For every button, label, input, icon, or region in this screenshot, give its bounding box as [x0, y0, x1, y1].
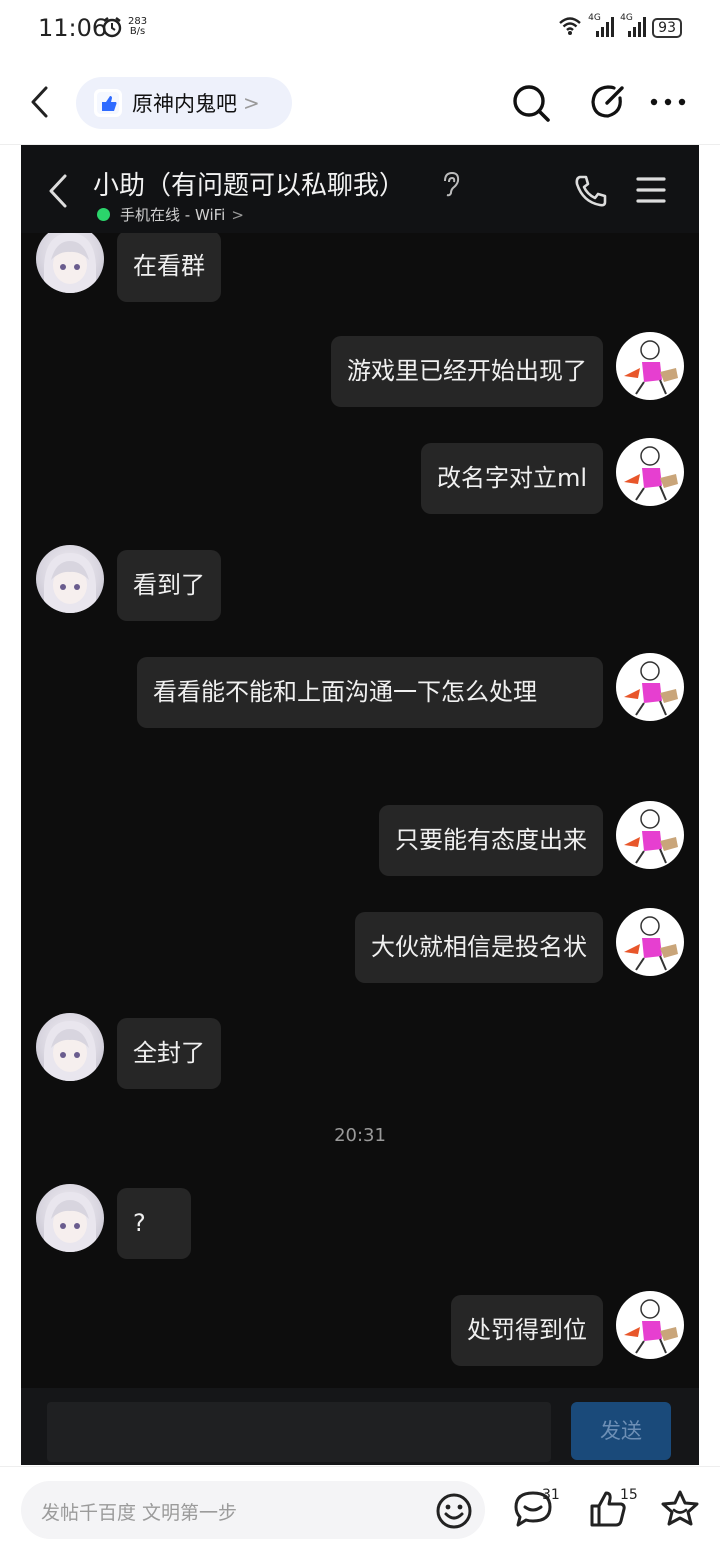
message-timestamp: 20:31 [334, 1125, 386, 1146]
search-icon [513, 85, 550, 122]
chat-status-text: 手机在线 - WiFi [120, 206, 226, 224]
wifi-icon [558, 16, 582, 40]
emoji-icon [436, 1493, 472, 1529]
alarm-icon [101, 16, 123, 42]
message-bubble-left[interactable]: ? [117, 1188, 191, 1259]
chat-title: 小助（有问题可以私聊我） [93, 171, 406, 201]
bottom-bar: 发帖千百度 文明第一步 31 15 [0, 1466, 720, 1555]
send-button[interactable]: 发送 [571, 1402, 671, 1460]
chat-input-area: 发送 [21, 1388, 699, 1465]
network-speed: 283 B/s [128, 17, 147, 37]
message-bubble-left[interactable]: 看到了 [117, 550, 221, 621]
chat-online-status[interactable]: 手机在线 - WiFi > [97, 204, 244, 225]
chat-header: 小助（有问题可以私聊我） 手机在线 - WiFi > [21, 145, 699, 233]
forum-logo [94, 89, 122, 117]
reply-input[interactable]: 发帖千百度 文明第一步 [21, 1481, 485, 1539]
message-bubble-right[interactable]: 看看能不能和上面沟通一下怎么处理 [137, 657, 603, 728]
forum-name: 原神内鬼吧 [132, 92, 237, 116]
self-avatar [616, 438, 684, 506]
signal-1: 4G [588, 13, 615, 40]
chevron-right-icon: > [243, 91, 260, 115]
status-bar: 11:06 283 B/s 4G 4G 93 [0, 0, 720, 60]
self-avatar [616, 653, 684, 721]
message-row: 游戏里已经开始出现了 [331, 336, 603, 407]
favorite-button[interactable] [660, 1489, 700, 1533]
battery-icon: 93 [652, 18, 682, 38]
top-nav: 原神内鬼吧 > [0, 62, 720, 145]
message-row: 看看能不能和上面沟通一下怎么处理 [137, 657, 603, 728]
message-row: ? [117, 1188, 191, 1259]
self-avatar [616, 801, 684, 869]
menu-icon [636, 177, 666, 203]
edit-icon [591, 85, 624, 118]
comment-count: 31 [542, 1487, 560, 1503]
contact-avatar [36, 545, 104, 613]
back-button[interactable] [26, 84, 56, 120]
message-row: 在看群 [117, 231, 221, 302]
more-icon [650, 98, 686, 106]
status-time: 11:06 [38, 14, 108, 42]
more-button[interactable] [648, 82, 688, 126]
ear-icon [441, 171, 461, 201]
network-type-1: 4G [588, 12, 601, 23]
contact-avatar [36, 225, 104, 293]
message-row: 处罚得到位 [451, 1295, 603, 1366]
self-avatar [616, 908, 684, 976]
contact-avatar [36, 1013, 104, 1081]
forum-pill[interactable]: 原神内鬼吧 > [76, 77, 292, 129]
star-icon [661, 1490, 699, 1526]
chat-input[interactable] [47, 1402, 551, 1462]
network-type-2: 4G [620, 12, 633, 23]
message-row: 只要能有态度出来 [379, 805, 603, 876]
status-right: 4G 4G 93 [558, 13, 682, 40]
emoji-button[interactable] [435, 1492, 473, 1534]
chat-screenshot: 在看群 游戏里已经开始出现了 改名字对立ml 看到了 看看能不能和上面沟通一下怎… [21, 145, 699, 1465]
message-bubble-right[interactable]: 改名字对立ml [420, 443, 603, 514]
network-speed-unit: B/s [129, 26, 146, 37]
chevron-left-icon [31, 86, 48, 118]
call-button[interactable] [573, 173, 609, 213]
message-bubble-right[interactable]: 游戏里已经开始出现了 [331, 336, 603, 407]
message-row: 全封了 [117, 1018, 221, 1089]
message-bubble-left[interactable]: 在看群 [117, 231, 221, 302]
search-button[interactable] [510, 82, 552, 128]
edit-button[interactable] [588, 82, 628, 126]
reply-placeholder: 发帖千百度 文明第一步 [41, 1502, 238, 1524]
chevron-left-icon [49, 174, 67, 208]
online-dot [97, 208, 110, 221]
message-bubble-right[interactable]: 只要能有态度出来 [379, 805, 603, 876]
self-avatar [616, 1291, 684, 1359]
phone-icon [575, 175, 607, 207]
message-row: 看到了 [117, 550, 221, 621]
message-row: 改名字对立ml [420, 443, 603, 514]
self-avatar [616, 332, 684, 400]
contact-avatar [36, 1184, 104, 1252]
message-bubble-right[interactable]: 处罚得到位 [451, 1295, 603, 1366]
message-bubble-right[interactable]: 大伙就相信是投名状 [355, 912, 603, 983]
chevron-right-icon: > [231, 205, 244, 224]
message-row: 大伙就相信是投名状 [355, 912, 603, 983]
chat-back-button[interactable] [45, 173, 71, 213]
like-count: 15 [620, 1487, 638, 1503]
signal-2: 4G [620, 13, 647, 40]
message-bubble-left[interactable]: 全封了 [117, 1018, 221, 1089]
chat-menu-button[interactable] [635, 175, 667, 209]
